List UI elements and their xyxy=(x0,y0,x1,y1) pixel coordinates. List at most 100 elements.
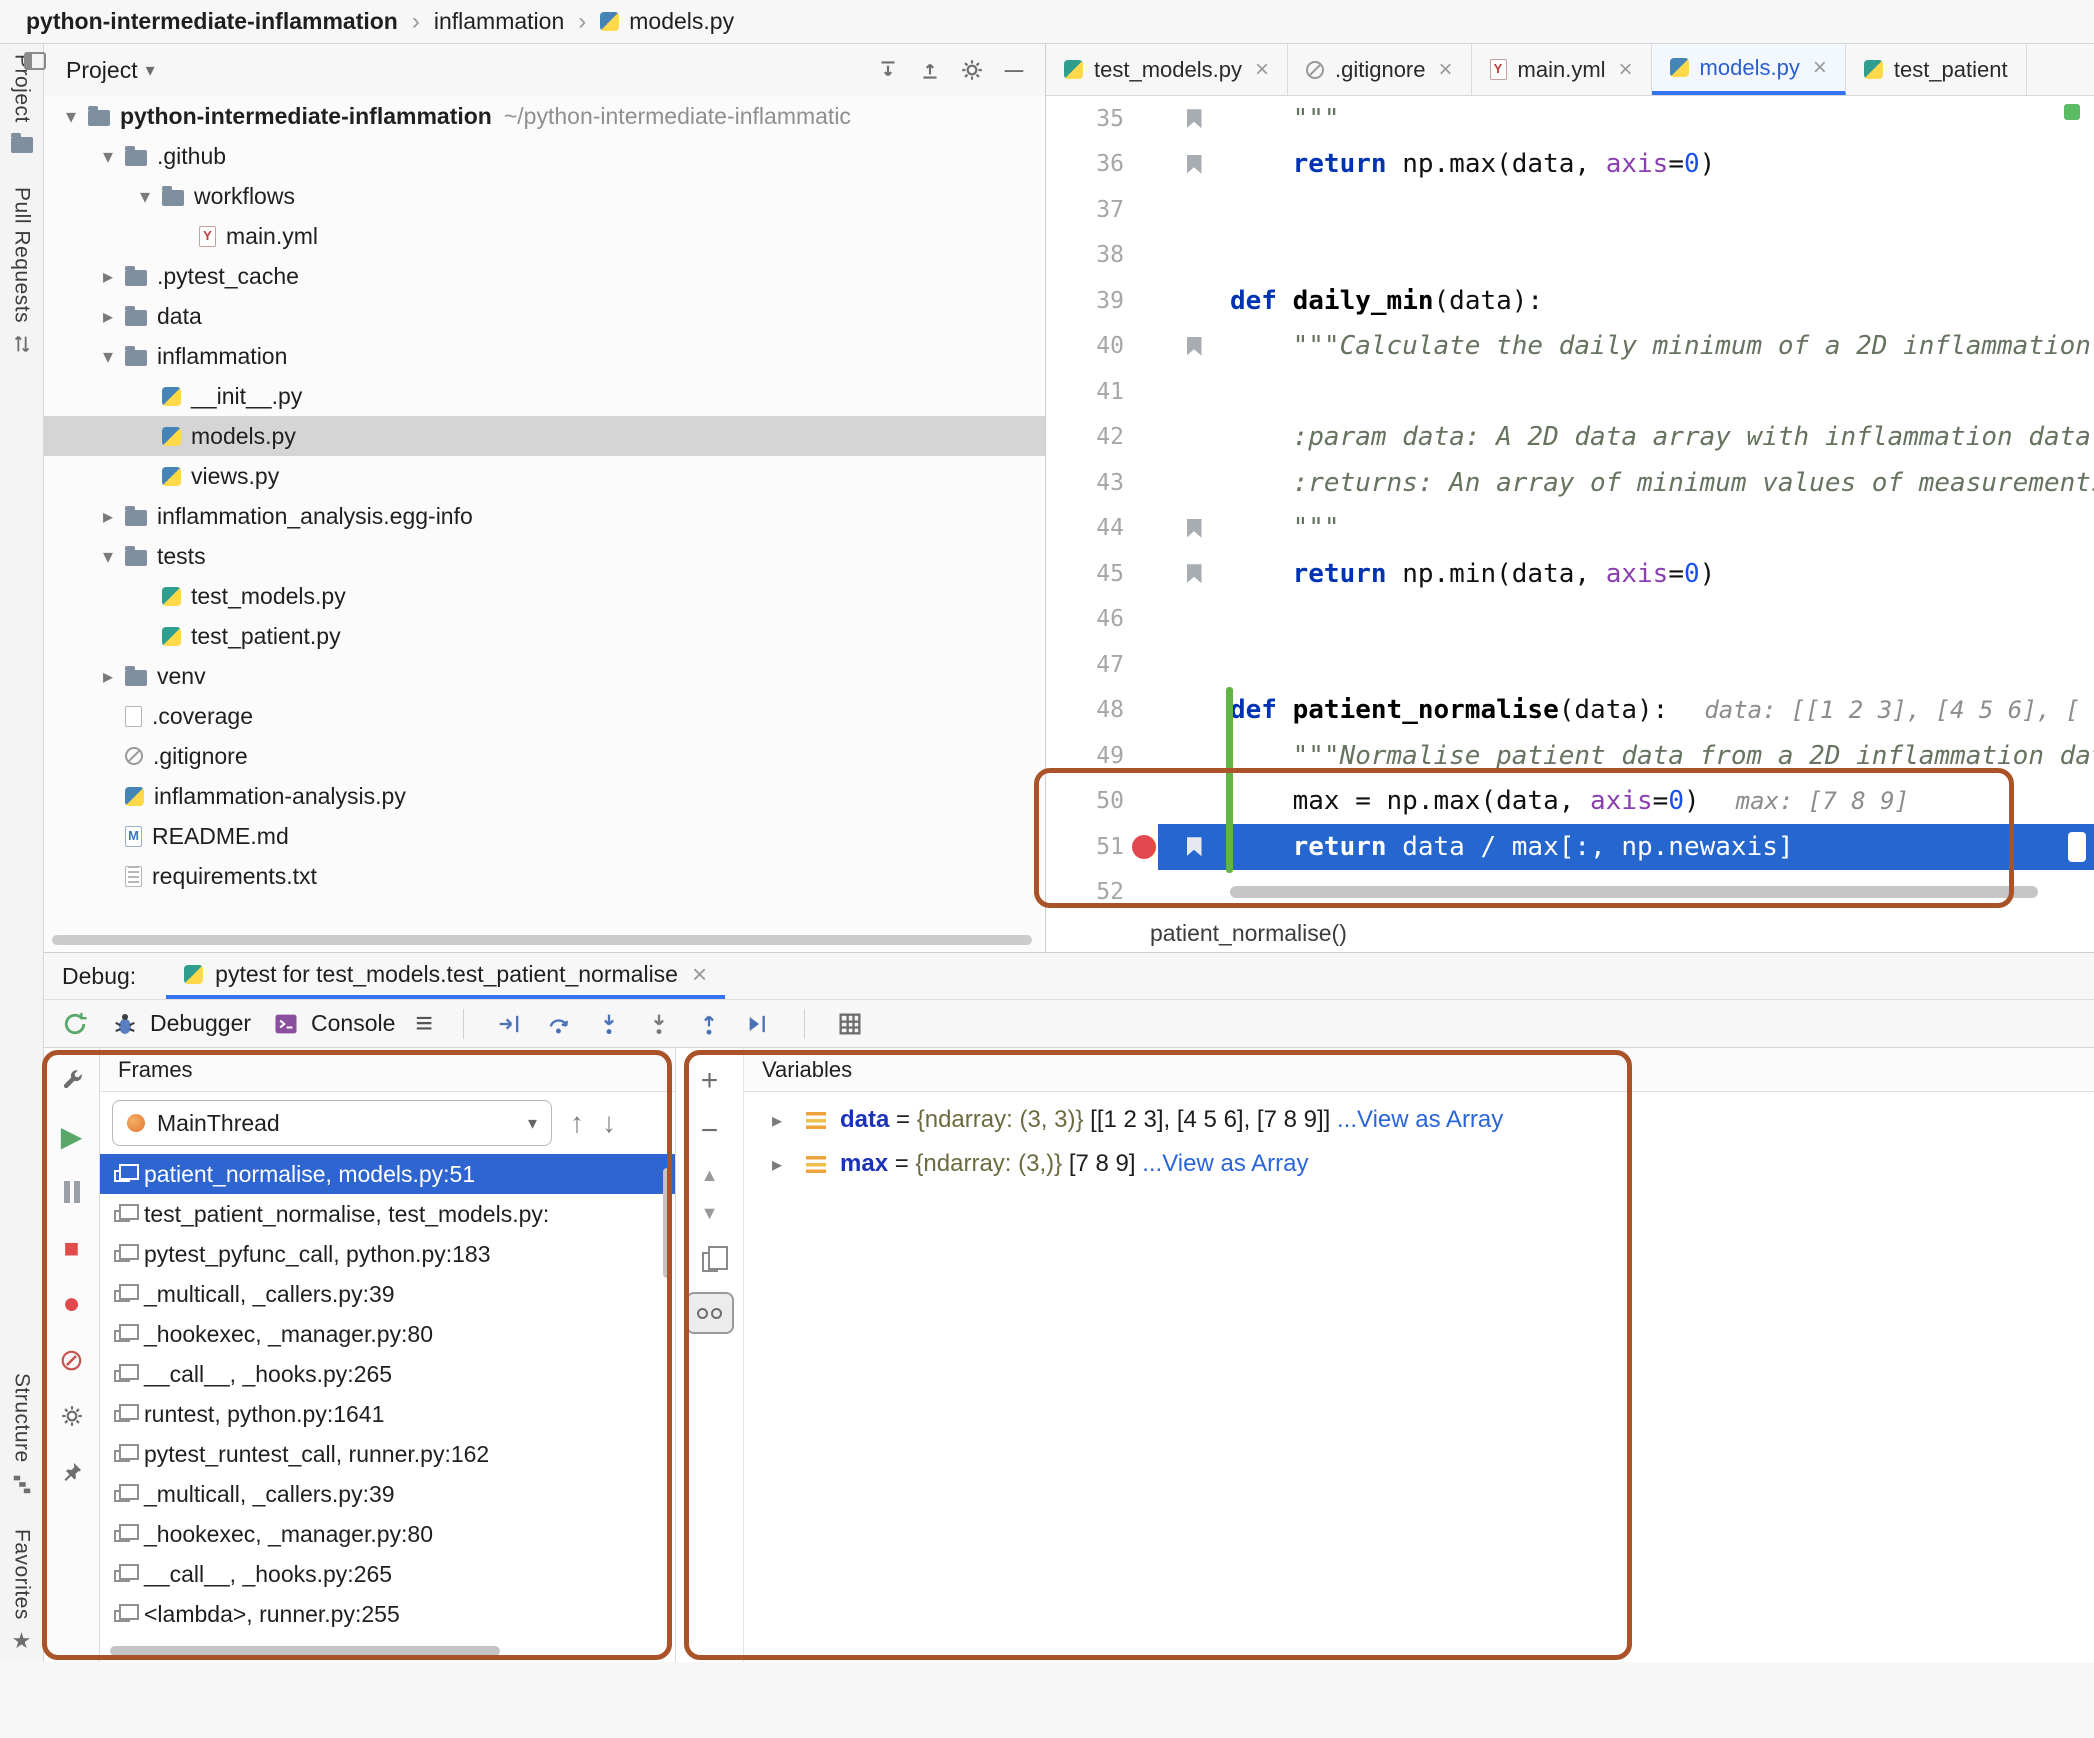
duplicate-watch-icon[interactable] xyxy=(702,1252,718,1272)
breadcrumb-file[interactable]: models.py xyxy=(600,8,734,35)
tree-item-inflammation-analysis-egg-info[interactable]: ▸inflammation_analysis.egg-info xyxy=(44,496,1045,536)
chevron-down-icon[interactable]: ▾ xyxy=(146,60,155,81)
frame-row-0[interactable]: patient_normalise, models.py:51 xyxy=(100,1154,675,1194)
frame-row-5[interactable]: __call__, _hooks.py:265 xyxy=(100,1354,675,1394)
editor-tab-gitignore[interactable]: .gitignore× xyxy=(1288,44,1472,95)
tree-item-init-py[interactable]: __init__.py xyxy=(44,376,1045,416)
editor-vscrollbar-thumb[interactable] xyxy=(2068,832,2086,862)
previous-frame-icon[interactable]: ↑ xyxy=(570,1107,584,1139)
move-up-icon[interactable]: ▲ xyxy=(701,1166,719,1184)
frame-row-8[interactable]: _multicall, _callers.py:39 xyxy=(100,1474,675,1514)
line-number[interactable]: 50 xyxy=(1046,779,1158,825)
show-watches-toggle[interactable] xyxy=(686,1292,734,1334)
tree-item-models-py[interactable]: models.py xyxy=(44,416,1045,456)
tree-item-inflammation-analysis-py[interactable]: inflammation-analysis.py xyxy=(44,776,1045,816)
close-icon[interactable]: × xyxy=(1813,54,1827,82)
tree-item-python-intermediate-inflammation[interactable]: ▾python-intermediate-inflammation~/pytho… xyxy=(44,96,1045,136)
chevron-right-icon[interactable]: ▸ xyxy=(91,504,125,529)
editor-tab-test-patient[interactable]: test_patient xyxy=(1846,44,2027,95)
code-line-48[interactable]: 48def patient_normalise(data):data: [[1 … xyxy=(1046,688,2094,734)
chevron-down-icon[interactable]: ▾ xyxy=(128,184,162,209)
close-icon[interactable]: × xyxy=(692,959,707,990)
code-line-38[interactable]: 38 xyxy=(1046,233,2094,279)
code-line-37[interactable]: 37 xyxy=(1046,187,2094,233)
tree-item-github[interactable]: ▾.github xyxy=(44,136,1045,176)
chevron-down-icon[interactable]: ▾ xyxy=(91,344,125,369)
line-number[interactable]: 47 xyxy=(1046,642,1158,688)
breadcrumb-package[interactable]: inflammation xyxy=(434,8,564,35)
frame-row-4[interactable]: _hookexec, _manager.py:80 xyxy=(100,1314,675,1354)
code-line-45[interactable]: 45 return np.min(data, axis=0) xyxy=(1046,551,2094,597)
editor-tab-main-yml[interactable]: main.yml× xyxy=(1472,44,1652,95)
inspections-ok-indicator[interactable] xyxy=(2064,104,2080,120)
tree-item-data[interactable]: ▸data xyxy=(44,296,1045,336)
tree-item-tests[interactable]: ▾tests xyxy=(44,536,1045,576)
code-line-36[interactable]: 36 return np.max(data, axis=0) xyxy=(1046,142,2094,188)
code-line-52[interactable]: 52 xyxy=(1046,870,2094,916)
toolwindow-layout-icon[interactable] xyxy=(24,52,46,70)
line-number[interactable]: 37 xyxy=(1046,187,1158,233)
next-frame-icon[interactable]: ↓ xyxy=(602,1107,616,1139)
project-panel-title[interactable]: Project xyxy=(66,57,138,84)
stripe-item-structure[interactable]: Structure xyxy=(10,1373,34,1495)
tab-debugger[interactable]: Debugger xyxy=(110,1009,251,1039)
code-line-41[interactable]: 41 xyxy=(1046,369,2094,415)
editor-hscrollbar[interactable] xyxy=(1230,886,2038,898)
frame-row-1[interactable]: test_patient_normalise, test_models.py: xyxy=(100,1194,675,1234)
variable-row-max[interactable]: ▸max = {ndarray: (3,)} [7 8 9] ...View a… xyxy=(744,1142,2094,1186)
tree-item-gitignore[interactable]: .gitignore xyxy=(44,736,1045,776)
chevron-right-icon[interactable]: ▸ xyxy=(91,304,125,329)
settings-wrench-icon[interactable] xyxy=(56,1064,88,1096)
editor-breadcrumb[interactable]: patient_normalise() xyxy=(1046,915,2094,952)
collapse-all-icon[interactable] xyxy=(913,53,947,87)
debug-session-tab[interactable]: pytest for test_models.test_patient_norm… xyxy=(166,953,725,999)
chevron-right-icon[interactable]: ▸ xyxy=(91,264,125,289)
close-icon[interactable]: × xyxy=(1439,56,1453,84)
layout-options-icon[interactable]: ≡ xyxy=(415,1007,433,1041)
line-number[interactable]: 36 xyxy=(1046,142,1158,188)
chevron-right-icon[interactable]: ▸ xyxy=(772,1152,806,1177)
project-tree-hscrollbar[interactable] xyxy=(52,935,1032,945)
code-line-35[interactable]: 35 """ xyxy=(1046,96,2094,142)
line-number[interactable]: 41 xyxy=(1046,369,1158,415)
show-execution-point-icon[interactable] xyxy=(494,1009,524,1039)
code-line-42[interactable]: 42 :param data: A 2D data array with inf… xyxy=(1046,415,2094,461)
tree-item-test-models-py[interactable]: test_models.py xyxy=(44,576,1045,616)
frame-row-7[interactable]: pytest_runtest_call, runner.py:162 xyxy=(100,1434,675,1474)
line-number[interactable]: 43 xyxy=(1046,460,1158,506)
step-into-icon[interactable] xyxy=(594,1009,624,1039)
code-line-50[interactable]: 50 max = np.max(data, axis=0)max: [7 8 9… xyxy=(1046,779,2094,825)
variable-row-data[interactable]: ▸data = {ndarray: (3, 3)} [[1 2 3], [4 5… xyxy=(744,1098,2094,1142)
chevron-down-icon[interactable]: ▾ xyxy=(91,544,125,569)
code-line-39[interactable]: 39def daily_min(data): xyxy=(1046,278,2094,324)
chevron-down-icon[interactable]: ▾ xyxy=(54,104,88,129)
stop-icon[interactable]: ■ xyxy=(56,1232,88,1264)
frames-hscrollbar[interactable] xyxy=(110,1646,500,1656)
frame-row-10[interactable]: __call__, _hooks.py:265 xyxy=(100,1554,675,1594)
frame-row-11[interactable]: <lambda>, runner.py:255 xyxy=(100,1594,675,1634)
line-number[interactable]: 42 xyxy=(1046,415,1158,461)
line-number[interactable]: 38 xyxy=(1046,233,1158,279)
resume-program-icon[interactable]: ▶ xyxy=(56,1120,88,1152)
line-number[interactable]: 52 xyxy=(1046,870,1158,916)
view-breakpoints-grid-icon[interactable] xyxy=(835,1009,865,1039)
force-step-into-icon[interactable] xyxy=(644,1009,674,1039)
tree-item-coverage[interactable]: .coverage xyxy=(44,696,1045,736)
chevron-right-icon[interactable]: ▸ xyxy=(91,664,125,689)
pause-program-icon[interactable] xyxy=(56,1176,88,1208)
tree-item-requirements-txt[interactable]: requirements.txt xyxy=(44,856,1045,896)
frame-row-3[interactable]: _multicall, _callers.py:39 xyxy=(100,1274,675,1314)
frame-row-9[interactable]: _hookexec, _manager.py:80 xyxy=(100,1514,675,1554)
step-over-icon[interactable] xyxy=(544,1009,574,1039)
line-number[interactable]: 48 xyxy=(1046,688,1158,734)
close-icon[interactable]: × xyxy=(1255,56,1269,84)
tree-item-readme-md[interactable]: README.md xyxy=(44,816,1045,856)
tree-item-workflows[interactable]: ▾workflows xyxy=(44,176,1045,216)
stripe-item-pull-requests[interactable]: Pull Requests xyxy=(10,187,34,355)
line-number[interactable]: 45 xyxy=(1046,551,1158,597)
view-breakpoints-icon[interactable]: ● xyxy=(56,1288,88,1320)
code-editor[interactable]: 35 """36 return np.max(data, axis=0)3738… xyxy=(1046,96,2094,915)
frame-row-2[interactable]: pytest_pyfunc_call, python.py:183 xyxy=(100,1234,675,1274)
expand-all-icon[interactable] xyxy=(871,53,905,87)
line-number[interactable]: 49 xyxy=(1046,733,1158,779)
